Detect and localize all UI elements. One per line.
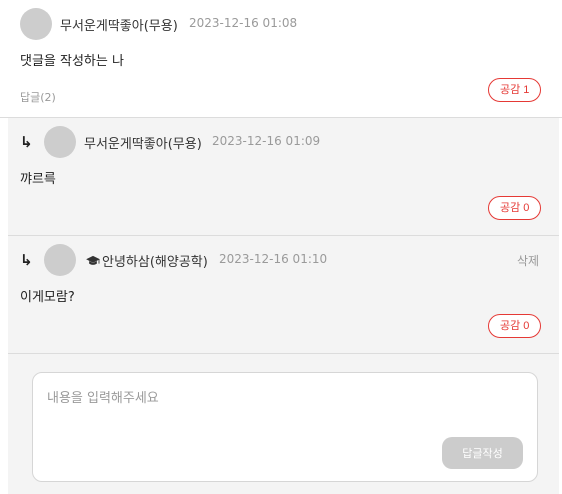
like-button[interactable]: 공감 1: [488, 78, 542, 102]
graduation-cap-icon: [86, 255, 100, 265]
reply-item: ↳ 무서운게딱좋아(무용) 2023-12-16 01:09 꺄르륵 공감 0: [8, 118, 559, 236]
delete-button[interactable]: 삭제: [517, 252, 539, 269]
reply-count-link[interactable]: 답글(2): [20, 89, 56, 105]
like-button[interactable]: 공감 0: [488, 196, 542, 220]
comment-text: 이게모람?: [20, 290, 75, 305]
reply-arrow-icon: ↳: [20, 133, 33, 151]
comment-date: 2023-12-16 01:09: [212, 134, 321, 148]
comment-author-line[interactable]: 안녕하삼(해양공학): [86, 251, 208, 270]
comment-text: 꺄르륵: [20, 172, 56, 187]
reply-arrow-icon: ↳: [20, 251, 33, 269]
avatar[interactable]: [44, 244, 76, 276]
like-button[interactable]: 공감 0: [488, 314, 542, 338]
avatar[interactable]: [44, 126, 76, 158]
reply-composer-area: 답글작성: [8, 354, 559, 494]
submit-reply-button[interactable]: 답글작성: [442, 437, 523, 469]
avatar[interactable]: [20, 8, 52, 40]
comment-date: 2023-12-16 01:10: [219, 252, 328, 266]
reply-composer: 답글작성: [32, 372, 538, 482]
comment-text: 댓글을 작성하는 나: [20, 54, 124, 69]
comment-date: 2023-12-16 01:08: [189, 16, 298, 30]
comment-author[interactable]: 무서운게딱좋아(무용): [84, 133, 202, 152]
comment-author[interactable]: 안녕하삼(해양공학): [102, 255, 208, 270]
comment-author[interactable]: 무서운게딱좋아(무용): [60, 15, 178, 34]
comment-item: 무서운게딱좋아(무용) 2023-12-16 01:08 댓글을 작성하는 나 …: [0, 0, 562, 118]
reply-item: ↳ 안녕하삼(해양공학) 2023-12-16 01:10 삭제 이게모람? 공…: [8, 236, 559, 354]
